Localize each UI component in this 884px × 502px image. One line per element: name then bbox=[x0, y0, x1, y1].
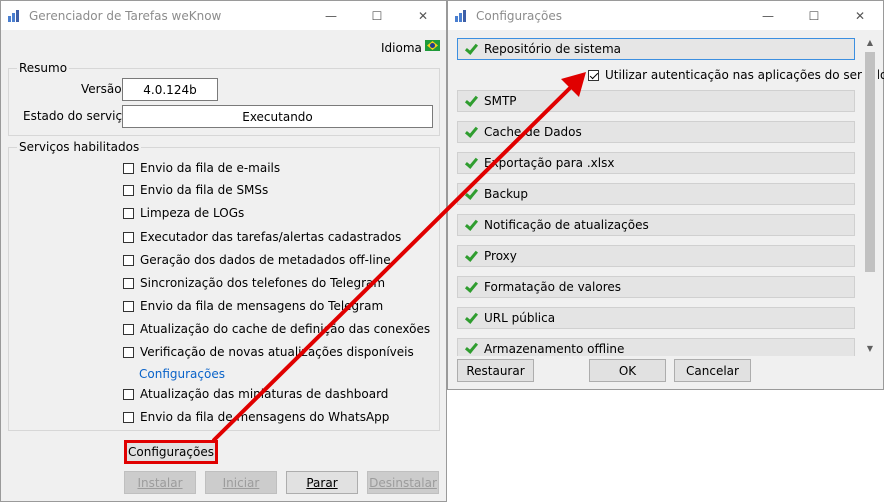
check-icon bbox=[464, 341, 478, 355]
minimize-icon[interactable]: — bbox=[745, 1, 791, 30]
language-label: Idioma bbox=[381, 41, 422, 55]
check-icon bbox=[464, 187, 478, 201]
service-task-executor[interactable]: Executador das tarefas/alertas cadastrad… bbox=[123, 230, 401, 244]
service-log-cleanup[interactable]: Limpeza de LOGs bbox=[123, 206, 244, 220]
service-state-label: Estado do serviço bbox=[23, 109, 130, 123]
check-icon bbox=[464, 42, 478, 56]
service-dashboard-thumbnails[interactable]: Atualização das miniaturas de dashboard bbox=[123, 387, 388, 401]
scroll-up-icon[interactable]: ▲ bbox=[862, 34, 878, 50]
cancel-button[interactable]: Cancelar bbox=[674, 359, 751, 382]
checkbox[interactable] bbox=[123, 388, 134, 400]
service-connection-cache[interactable]: Atualização do cache de definição das co… bbox=[123, 322, 430, 336]
uninstall-button[interactable]: Desinstalar bbox=[367, 471, 439, 494]
check-icon bbox=[464, 156, 478, 170]
summary-group-label: Resumo bbox=[17, 61, 70, 75]
update-config-link[interactable]: Configurações bbox=[139, 367, 225, 381]
checkbox[interactable] bbox=[123, 231, 134, 243]
check-icon bbox=[464, 249, 478, 263]
check-icon bbox=[464, 311, 478, 325]
minimize-icon[interactable]: — bbox=[308, 1, 354, 30]
stop-button[interactable]: Parar bbox=[286, 471, 358, 494]
maximize-icon[interactable]: ☐ bbox=[354, 1, 400, 30]
service-metadata-offline[interactable]: Geração dos dados de metadados off-line bbox=[123, 253, 391, 267]
scroll-thumb[interactable] bbox=[865, 52, 875, 272]
section-value-formatting[interactable]: Formatação de valores bbox=[457, 276, 855, 298]
services-group-label: Serviços habilitados bbox=[17, 140, 142, 154]
check-icon bbox=[464, 280, 478, 294]
scroll-down-icon[interactable]: ▼ bbox=[862, 340, 878, 356]
title-bar[interactable]: Gerenciador de Tarefas weKnow — ☐ ✕ bbox=[1, 1, 446, 30]
install-button[interactable]: Instalar bbox=[124, 471, 196, 494]
service-email-queue[interactable]: Envio da fila de e-mails bbox=[123, 161, 280, 175]
section-offline-storage[interactable]: Armazenamento offline bbox=[457, 338, 855, 356]
service-update-check[interactable]: Verificação de novas atualizações dispon… bbox=[123, 345, 414, 359]
close-icon[interactable]: ✕ bbox=[400, 1, 446, 30]
start-button[interactable]: Iniciar bbox=[205, 471, 277, 494]
config-button[interactable]: Configurações bbox=[124, 440, 218, 464]
version-field: 4.0.124b bbox=[122, 78, 218, 101]
section-system-repository[interactable]: Repositório de sistema bbox=[457, 38, 855, 60]
check-icon bbox=[464, 125, 478, 139]
task-manager-window: Gerenciador de Tarefas weKnow — ☐ ✕ Idio… bbox=[0, 0, 447, 502]
server-auth-option[interactable]: Utilizar autenticação nas aplicações do … bbox=[588, 68, 884, 82]
checkbox[interactable] bbox=[123, 184, 134, 196]
close-icon[interactable]: ✕ bbox=[837, 1, 883, 30]
settings-scrollbar[interactable]: ▲ ▼ bbox=[862, 34, 878, 356]
app-icon bbox=[7, 8, 23, 24]
auth-checkbox[interactable] bbox=[588, 69, 599, 81]
checkbox[interactable] bbox=[123, 254, 134, 266]
maximize-icon[interactable]: ☐ bbox=[791, 1, 837, 30]
settings-title-bar[interactable]: Configurações — ☐ ✕ bbox=[448, 1, 883, 30]
settings-window-title: Configurações bbox=[476, 8, 562, 23]
section-update-notification[interactable]: Notificação de atualizações bbox=[457, 214, 855, 236]
section-data-cache[interactable]: Cache de Dados bbox=[457, 121, 855, 143]
checkbox[interactable] bbox=[123, 411, 134, 423]
checkbox[interactable] bbox=[123, 207, 134, 219]
section-public-url[interactable]: URL pública bbox=[457, 307, 855, 329]
checkbox[interactable] bbox=[123, 323, 134, 335]
brazil-flag-icon[interactable] bbox=[425, 40, 440, 51]
check-icon bbox=[464, 94, 478, 108]
service-sms-queue[interactable]: Envio da fila de SMSs bbox=[123, 183, 268, 197]
check-icon bbox=[464, 218, 478, 232]
service-telegram-queue[interactable]: Envio da fila de mensagens do Telegram bbox=[123, 299, 383, 313]
section-xlsx-export[interactable]: Exportação para .xlsx bbox=[457, 152, 855, 174]
service-state-field: Executando bbox=[122, 105, 433, 128]
restore-button[interactable]: Restaurar bbox=[457, 359, 534, 382]
checkbox[interactable] bbox=[123, 277, 134, 289]
window-title: Gerenciador de Tarefas weKnow bbox=[29, 8, 222, 23]
section-proxy[interactable]: Proxy bbox=[457, 245, 855, 267]
section-backup[interactable]: Backup bbox=[457, 183, 855, 205]
version-label: Versão bbox=[81, 82, 122, 96]
checkbox[interactable] bbox=[123, 300, 134, 312]
service-whatsapp-queue[interactable]: Envio da fila de mensagens do WhatsApp bbox=[123, 410, 389, 424]
app-icon bbox=[454, 8, 470, 24]
checkbox[interactable] bbox=[123, 346, 134, 358]
checkbox[interactable] bbox=[123, 162, 134, 174]
service-telegram-phones[interactable]: Sincronização dos telefones do Telegram bbox=[123, 276, 385, 290]
section-smtp[interactable]: SMTP bbox=[457, 90, 855, 112]
ok-button[interactable]: OK bbox=[589, 359, 666, 382]
